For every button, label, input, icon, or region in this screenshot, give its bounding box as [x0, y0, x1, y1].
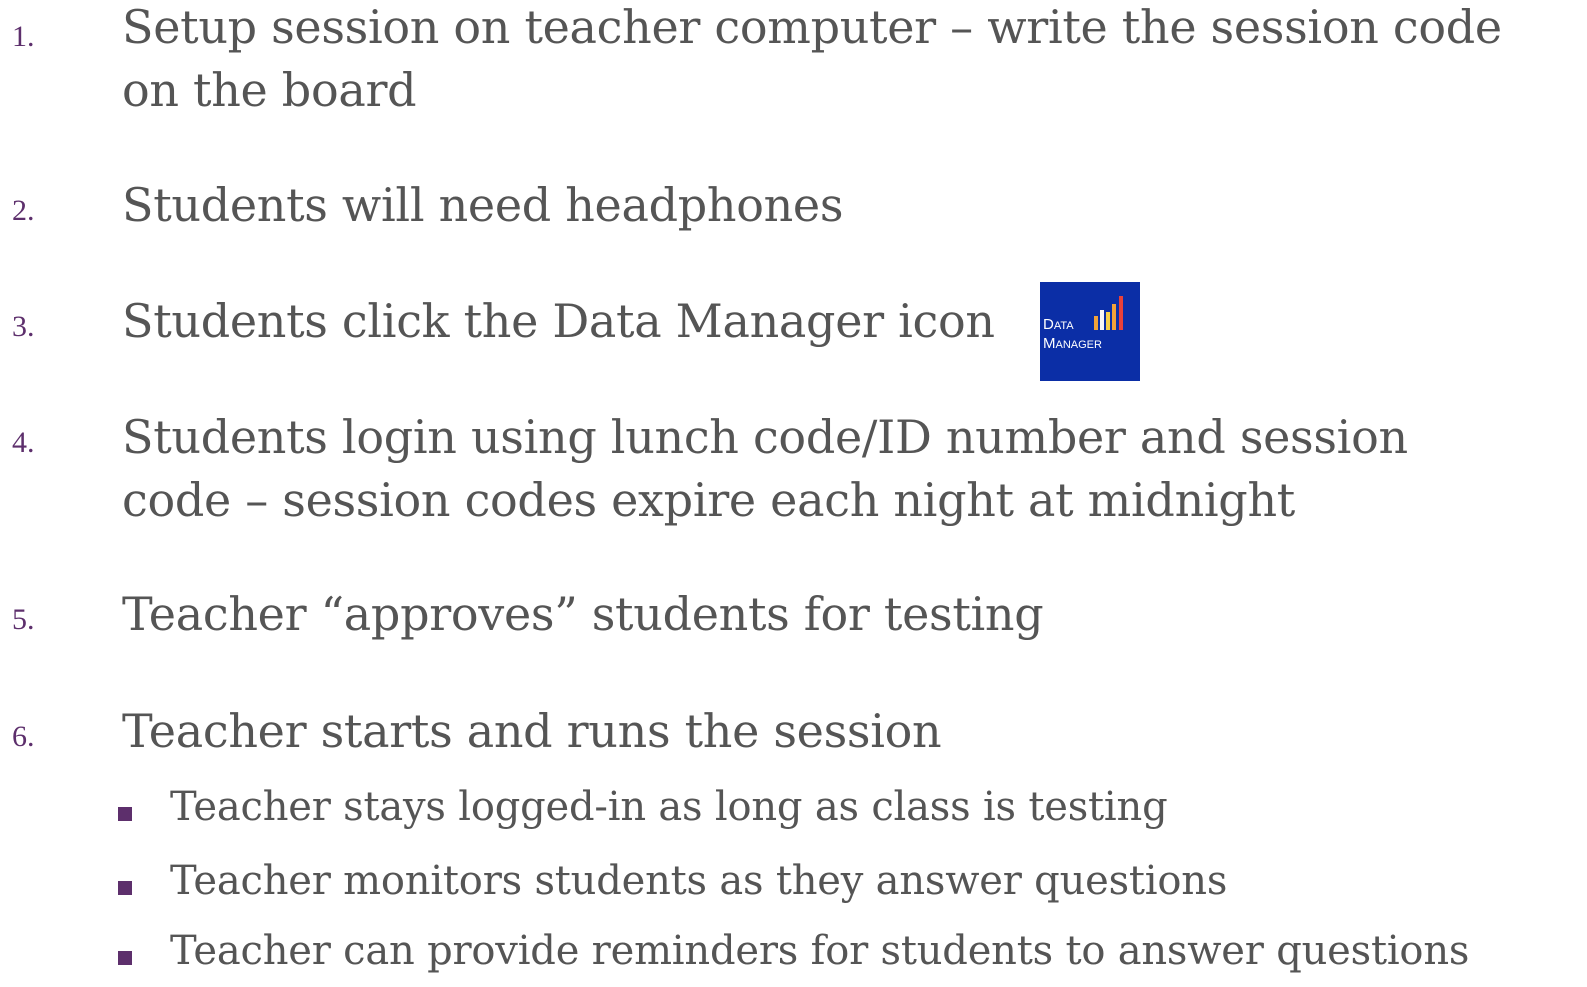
- step-text: Students login using lunch code/ID numbe…: [122, 406, 1572, 532]
- sub-bullet-text: Teacher can provide reminders for studen…: [170, 928, 1470, 974]
- step-text-line: Setup session on teacher computer – writ…: [122, 0, 1502, 54]
- step-number: 4.: [12, 426, 35, 459]
- sub-bullet-text: Teacher stays logged-in as long as class…: [170, 784, 1168, 830]
- step-number: 3.: [12, 310, 35, 343]
- data-manager-logo-icon: DATA MANAGER: [1040, 282, 1140, 381]
- step-text: Students will need headphones: [122, 174, 1572, 237]
- step-5: 5. Teacher “approves” students for testi…: [0, 583, 1587, 653]
- step-text-line: Students will need headphones: [122, 178, 844, 232]
- step-text-line: Students click the Data Manager icon: [122, 294, 995, 348]
- sub-bullet-text: Teacher monitors students as they answer…: [170, 858, 1228, 904]
- sub-bullet-1: Teacher stays logged-in as long as class…: [0, 782, 1587, 832]
- step-number: 1.: [12, 20, 35, 53]
- step-3: 3. Students click the Data Manager icon: [0, 290, 1587, 360]
- step-text-line: code – session codes expire each night a…: [122, 473, 1295, 527]
- step-6: 6. Teacher starts and runs the session: [0, 700, 1587, 770]
- step-number: 5.: [12, 603, 35, 636]
- step-number: 6.: [12, 720, 35, 753]
- step-text-line: Students login using lunch code/ID numbe…: [122, 410, 1408, 464]
- square-bullet-icon: [118, 807, 132, 821]
- step-text-line: on the board: [122, 63, 417, 117]
- square-bullet-icon: [118, 951, 132, 965]
- step-number: 2.: [12, 194, 35, 227]
- step-4: 4. Students login using lunch code/ID nu…: [0, 406, 1587, 536]
- step-text-line: Teacher starts and runs the session: [122, 704, 942, 758]
- step-text-line: Teacher “approves” students for testing: [122, 587, 1044, 641]
- sub-bullet-2: Teacher monitors students as they answer…: [0, 856, 1587, 906]
- step-text: Teacher starts and runs the session: [122, 700, 1572, 763]
- sub-bullet-3: Teacher can provide reminders for studen…: [0, 926, 1587, 976]
- step-2: 2. Students will need headphones: [0, 174, 1587, 244]
- step-text: Teacher “approves” students for testing: [122, 583, 1572, 646]
- step-text: Setup session on teacher computer – writ…: [122, 0, 1572, 122]
- square-bullet-icon: [118, 881, 132, 895]
- slide: 1. Setup session on teacher computer – w…: [0, 0, 1587, 987]
- step-1: 1. Setup session on teacher computer – w…: [0, 0, 1587, 130]
- step-text: Students click the Data Manager icon: [122, 290, 1572, 353]
